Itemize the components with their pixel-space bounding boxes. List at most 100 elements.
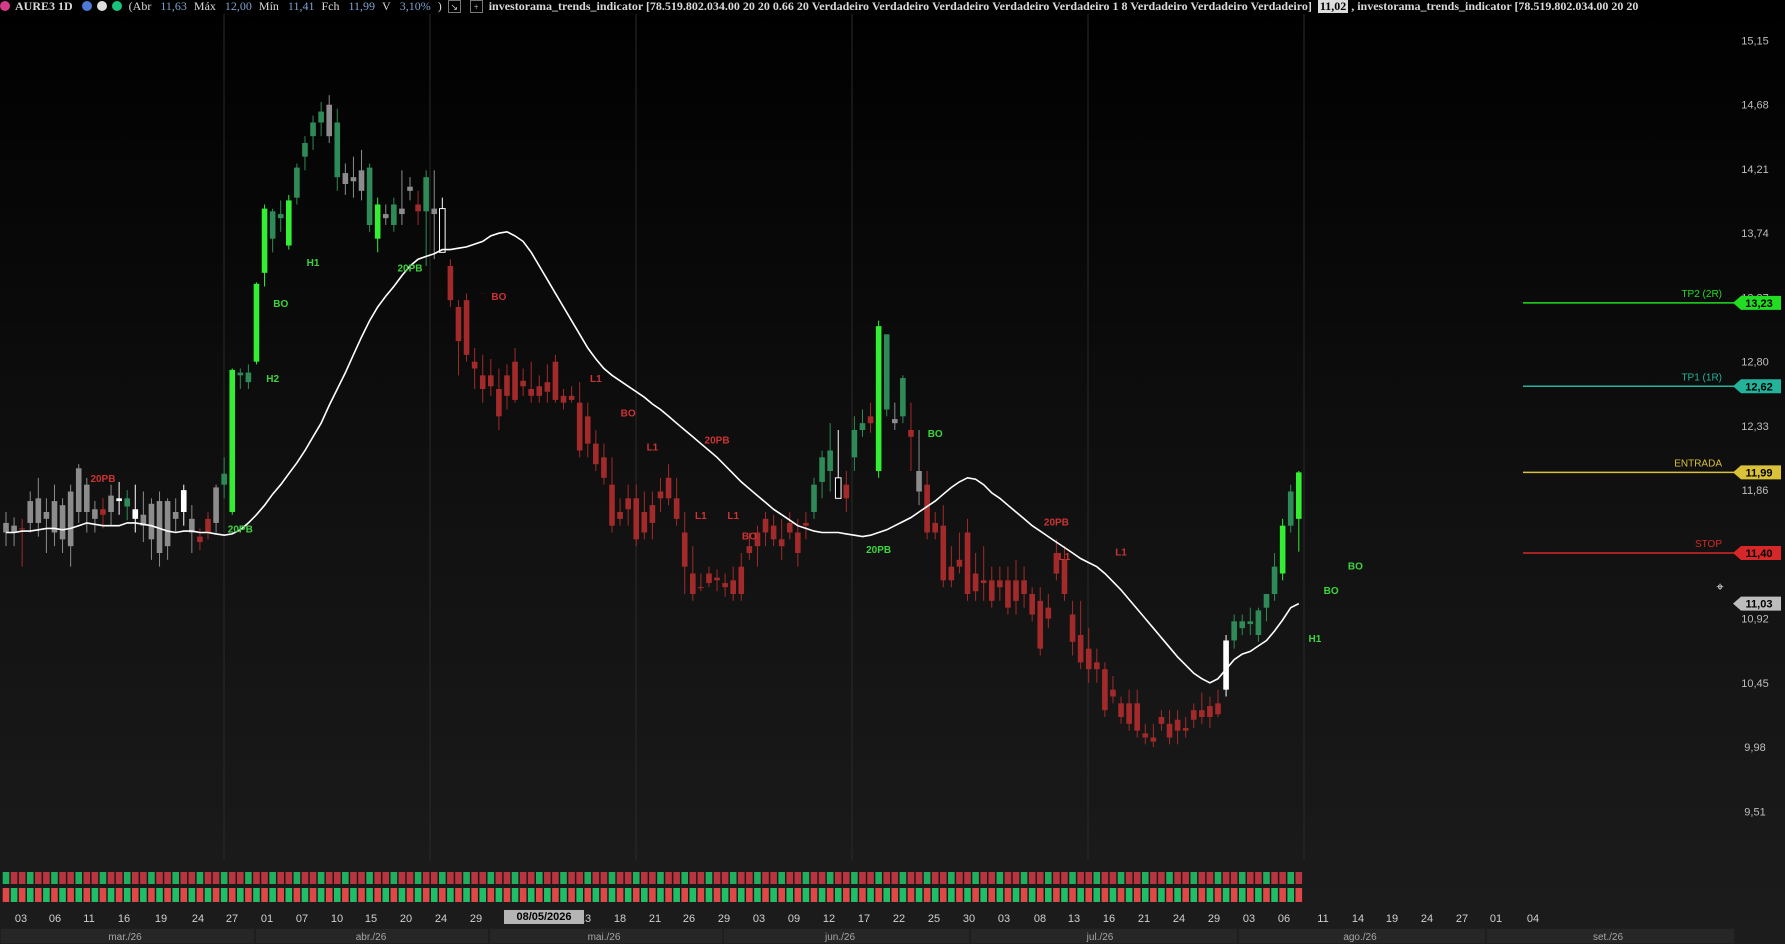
x-axis-day-label: 19	[155, 913, 167, 925]
price-axis-tick: 10,45	[1741, 678, 1769, 690]
candle-body	[382, 214, 389, 219]
volume-bar-bottom	[366, 888, 373, 902]
volume-bar-bottom	[1238, 888, 1246, 902]
candle-body	[932, 522, 938, 533]
volume-bar-top	[503, 872, 511, 884]
candle-body	[407, 186, 413, 191]
volume-bar-bottom	[164, 888, 171, 902]
volume-bar-bottom	[1222, 888, 1230, 902]
candle-body	[778, 539, 785, 547]
candle-body	[1126, 703, 1132, 724]
volume-bar-bottom	[140, 888, 147, 902]
volume-bar-bottom	[269, 888, 276, 902]
candle-body	[1182, 727, 1189, 731]
volume-bar-bottom	[875, 888, 882, 902]
chart-stage[interactable]: 15,1514,6814,2113,7413,2712,8012,3311,86…	[0, 0, 1785, 944]
visibility-icon[interactable]	[81, 1, 92, 11]
volume-bar-top	[641, 872, 648, 884]
volume-bar-bottom	[1287, 888, 1295, 902]
candle-body	[536, 386, 543, 396]
add-icon[interactable]: +	[469, 0, 483, 13]
candle-body	[1094, 662, 1100, 670]
candle-body	[584, 416, 591, 444]
candle-body	[84, 484, 90, 512]
candle-body	[673, 498, 680, 519]
x-axis-day-label: 29	[470, 913, 482, 925]
volume-bar-bottom	[123, 888, 131, 902]
x-axis-day-label: 03	[15, 913, 27, 925]
volume-bar-bottom	[1263, 888, 1270, 902]
minus-icon[interactable]	[96, 1, 107, 11]
volume-bar-top	[1174, 872, 1181, 884]
volume-bar-top	[115, 872, 123, 884]
volume-bar-top	[253, 872, 260, 884]
volume-bar-top	[1158, 872, 1165, 884]
volume-bar-top	[10, 872, 18, 884]
candle-body	[302, 143, 308, 157]
price-chart[interactable]: 15,1514,6814,2113,7413,2712,8012,3311,86…	[0, 0, 1785, 944]
ticker-label[interactable]: AURE3 1D	[15, 0, 73, 13]
volume-bar-bottom	[511, 888, 519, 902]
volume-bar-top	[245, 872, 252, 884]
volume-bar-top	[358, 872, 365, 884]
volume-bar-top	[1287, 872, 1295, 884]
x-axis-day-label: 03	[1243, 913, 1255, 925]
candle-body	[706, 573, 712, 584]
volume-bar-bottom	[156, 888, 163, 902]
volume-bar-top	[899, 872, 907, 884]
price-axis-tick: 13,74	[1741, 228, 1769, 240]
volume-bar-bottom	[737, 888, 745, 902]
volume-bar-top	[140, 872, 147, 884]
candle-body	[1150, 737, 1157, 742]
volume-bar-top	[325, 872, 333, 884]
x-axis-day-label: 17	[858, 913, 870, 925]
volume-bar-top	[657, 872, 664, 884]
x-axis-day-label: 22	[893, 913, 905, 925]
candle-body	[609, 484, 615, 526]
indicator-label-1[interactable]: investorama_trends_indicator [78.519.802…	[489, 0, 1312, 13]
volume-bar-bottom	[220, 888, 228, 902]
volume-bar-bottom	[1174, 888, 1181, 902]
volume-bar-bottom	[1036, 888, 1044, 902]
status-icon[interactable]	[111, 1, 122, 11]
candle-body	[1174, 719, 1181, 731]
volume-bar-top	[568, 872, 575, 884]
candle-body	[544, 382, 551, 392]
chart-header: AURE3 1D (Abr 11,63 Máx 12,00 Mín 11,41 …	[0, 0, 1740, 14]
volume-bar-top	[1077, 872, 1084, 884]
volume-bar-bottom	[1166, 888, 1173, 902]
volume-bar-bottom	[721, 888, 729, 902]
volume-bar-bottom	[439, 888, 446, 902]
volume-bar-top	[285, 872, 293, 884]
candle-body	[1223, 640, 1229, 690]
x-axis-day-label: 24	[192, 913, 204, 925]
volume-bar-bottom	[1133, 888, 1141, 902]
candle-body	[496, 389, 502, 417]
volume-bar-bottom	[317, 888, 325, 902]
level-price-value: 12,62	[1745, 381, 1773, 393]
volume-bar-top	[107, 872, 115, 884]
candle-body	[948, 566, 955, 581]
candle-body	[803, 522, 809, 526]
volume-bar-top	[1279, 872, 1286, 884]
candle-body	[690, 573, 696, 594]
candle-body	[124, 498, 130, 507]
candle-body	[730, 580, 736, 594]
volume-bar-bottom	[899, 888, 907, 902]
volume-bar-top	[1020, 872, 1028, 884]
volume-bar-bottom	[301, 888, 309, 902]
candle-body	[665, 477, 672, 499]
signal-label: BO	[742, 531, 757, 542]
volume-bar-bottom	[988, 888, 996, 902]
volume-bar-top	[212, 872, 220, 884]
volume-bar-bottom	[333, 888, 341, 902]
volume-bar-top	[479, 872, 487, 884]
volume-bar-bottom	[43, 888, 50, 902]
volume-bar-bottom	[996, 888, 1004, 902]
volume-bar-bottom	[843, 888, 850, 902]
collapse-icon[interactable]: ↘	[447, 0, 461, 13]
volume-bar-top	[99, 872, 107, 884]
candle-body	[197, 536, 203, 543]
indicator-label-2[interactable]: , investorama_trends_indicator [78.519.8…	[1351, 0, 1638, 13]
volume-bar-top	[649, 872, 656, 884]
